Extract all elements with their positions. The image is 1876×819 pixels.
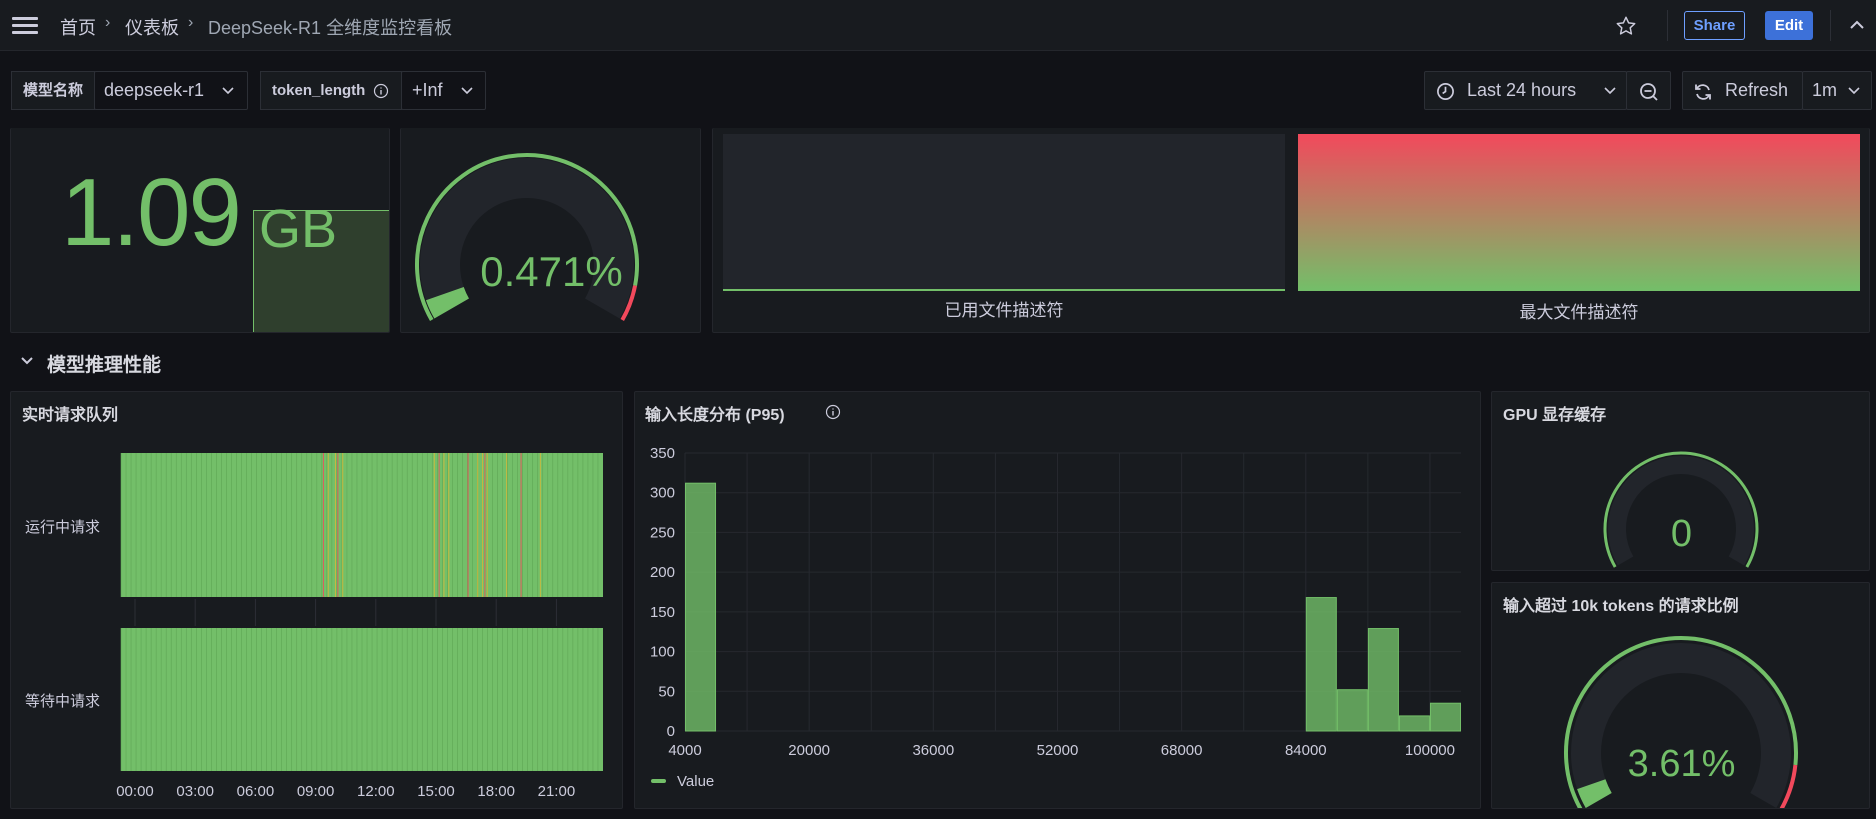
variable-label-token-length: token_length: [260, 71, 402, 110]
gauge-panel: 0.471%: [400, 128, 701, 333]
histogram-bar: [685, 482, 717, 732]
gauge-value-arc: [1577, 778, 1612, 808]
fd-max-label: 最大文件描述符: [1519, 303, 1639, 322]
histogram-bar: [1305, 597, 1337, 732]
memory-stat-panel: 1.09 GB: [10, 128, 390, 333]
info-icon[interactable]: [373, 83, 389, 99]
token-length-value: +Inf: [412, 80, 443, 100]
x-tick-label: 12:00: [357, 783, 395, 800]
stat-value: 1.09: [61, 159, 242, 266]
chevron-down-icon: [222, 87, 234, 95]
y-tick-label: 200: [650, 564, 675, 581]
divider: [1830, 10, 1831, 41]
long-input-ratio-panel: 输入超过 10k tokens 的请求比例 3.61%: [1491, 582, 1870, 809]
x-tick-label: 84000: [1285, 742, 1327, 759]
x-tick-label: 36000: [912, 742, 954, 759]
model-name-select[interactable]: deepseek-r1: [94, 71, 248, 110]
x-axis: 4000 20000 36000 52000 68000 84000 100000: [668, 742, 1455, 759]
gauge-value: 0: [1670, 513, 1693, 555]
star-icon[interactable]: [1615, 15, 1637, 37]
section-title[interactable]: 模型推理性能: [47, 350, 161, 377]
chevron-right-icon: ›: [188, 14, 194, 31]
fd-max-bar-track: [1298, 134, 1860, 291]
model-name-value: deepseek-r1: [104, 80, 205, 100]
x-tick-label: 15:00: [417, 783, 455, 800]
page-title: DeepSeek-R1 全维度监控看板: [208, 18, 453, 38]
chart-bars: [685, 482, 1462, 732]
clock-icon: [1437, 83, 1454, 100]
edit-button[interactable]: Edit: [1765, 11, 1813, 40]
refresh-button[interactable]: Refresh: [1682, 71, 1803, 110]
chevron-right-icon: ›: [105, 14, 111, 31]
chevron-down-icon[interactable]: [21, 357, 33, 365]
refresh-icon: [1695, 84, 1711, 100]
refresh-interval-select[interactable]: 1m: [1802, 71, 1872, 110]
fd-used-bar-fill: [723, 289, 1285, 291]
fd-used-label: 已用文件描述符: [944, 301, 1064, 320]
legend-label[interactable]: Value: [677, 773, 714, 790]
fd-used-bar-track: [723, 134, 1285, 291]
gauge-chart: [415, 153, 639, 321]
y-axis: 0 50 100 150 200 250 300 350: [650, 445, 675, 740]
y-tick-label: 50: [658, 683, 675, 700]
gauge-value: 0.471%: [480, 248, 623, 295]
queue-panel: 实时请求队列 运行中请求 等待中请求 00:00 03:00 06:00 09:00 1…: [10, 391, 623, 809]
x-tick-label: 09:00: [297, 783, 335, 800]
time-range-label: Last 24 hours: [1467, 80, 1577, 100]
y-tick-label: 350: [650, 445, 675, 462]
fd-bargauge-panel: 已用文件描述符 最大文件描述符: [712, 128, 1870, 333]
gpu-cache-panel: GPU 显存缓存 0: [1491, 391, 1870, 571]
zoom-out-icon: [1640, 83, 1658, 101]
y-tick-label: 150: [650, 604, 675, 621]
y-tick-label: 250: [650, 524, 675, 541]
top-navbar: 首页 › 仪表板 › DeepSeek-R1 全维度监控看板 Share Edi…: [0, 0, 1876, 51]
y-tick-label: 0: [667, 723, 675, 740]
chevron-down-icon: [461, 87, 473, 95]
histogram-bar: [1398, 715, 1430, 732]
gauge-value: 3.61%: [1627, 743, 1736, 785]
chevron-up-icon[interactable]: [1849, 18, 1865, 32]
x-tick-label: 20000: [788, 742, 830, 759]
variable-label-model-name: 模型名称: [11, 71, 95, 110]
histogram-bar: [1336, 689, 1368, 732]
x-tick-label: 06:00: [237, 783, 275, 800]
token-length-select[interactable]: +Inf: [401, 71, 486, 110]
legend-swatch: [651, 779, 666, 783]
refresh-label: Refresh: [1725, 80, 1789, 100]
chevron-down-icon: [1604, 87, 1616, 95]
menu-icon[interactable]: [12, 17, 38, 35]
y-tick-label: 300: [650, 485, 675, 502]
histogram-chart: 0 50 100 150 200 250 300 350 4000 20000 36000 5200…: [650, 445, 1462, 759]
histogram-bar: [1367, 628, 1399, 732]
zoom-out-button[interactable]: [1626, 71, 1671, 110]
chevron-down-icon: [1848, 87, 1860, 95]
refresh-interval-value: 1m: [1812, 80, 1838, 100]
histogram-panel: 输入长度分布 (P95) 0 50 100 150 200 250 300 350 4000 2…: [634, 391, 1481, 809]
y-tick-label: 100: [650, 644, 675, 661]
x-tick-label: 100000: [1405, 742, 1455, 759]
x-tick-label: 4000: [668, 742, 701, 759]
x-tick-label: 52000: [1037, 742, 1079, 759]
x-tick-label: 18:00: [477, 783, 515, 800]
histogram-bar: [1429, 702, 1462, 732]
share-button[interactable]: Share: [1684, 11, 1745, 40]
breadcrumb-dashboards[interactable]: 仪表板: [125, 14, 179, 40]
x-tick-label: 00:00: [116, 783, 154, 800]
x-tick-label: 21:00: [538, 783, 576, 800]
x-tick-label: 03:00: [176, 783, 214, 800]
stat-unit: GB: [259, 199, 338, 259]
time-range-picker[interactable]: Last 24 hours: [1424, 71, 1627, 110]
x-tick-label: 68000: [1161, 742, 1203, 759]
breadcrumb-home[interactable]: 首页: [60, 14, 96, 40]
state-timeline-chart: 00:00 03:00 06:00 09:00 12:00 15:00 18:00 21:00: [116, 453, 603, 800]
fd-max-bar-fill: [1298, 134, 1860, 291]
token-length-label: token_length: [272, 82, 366, 99]
divider: [1667, 10, 1668, 41]
